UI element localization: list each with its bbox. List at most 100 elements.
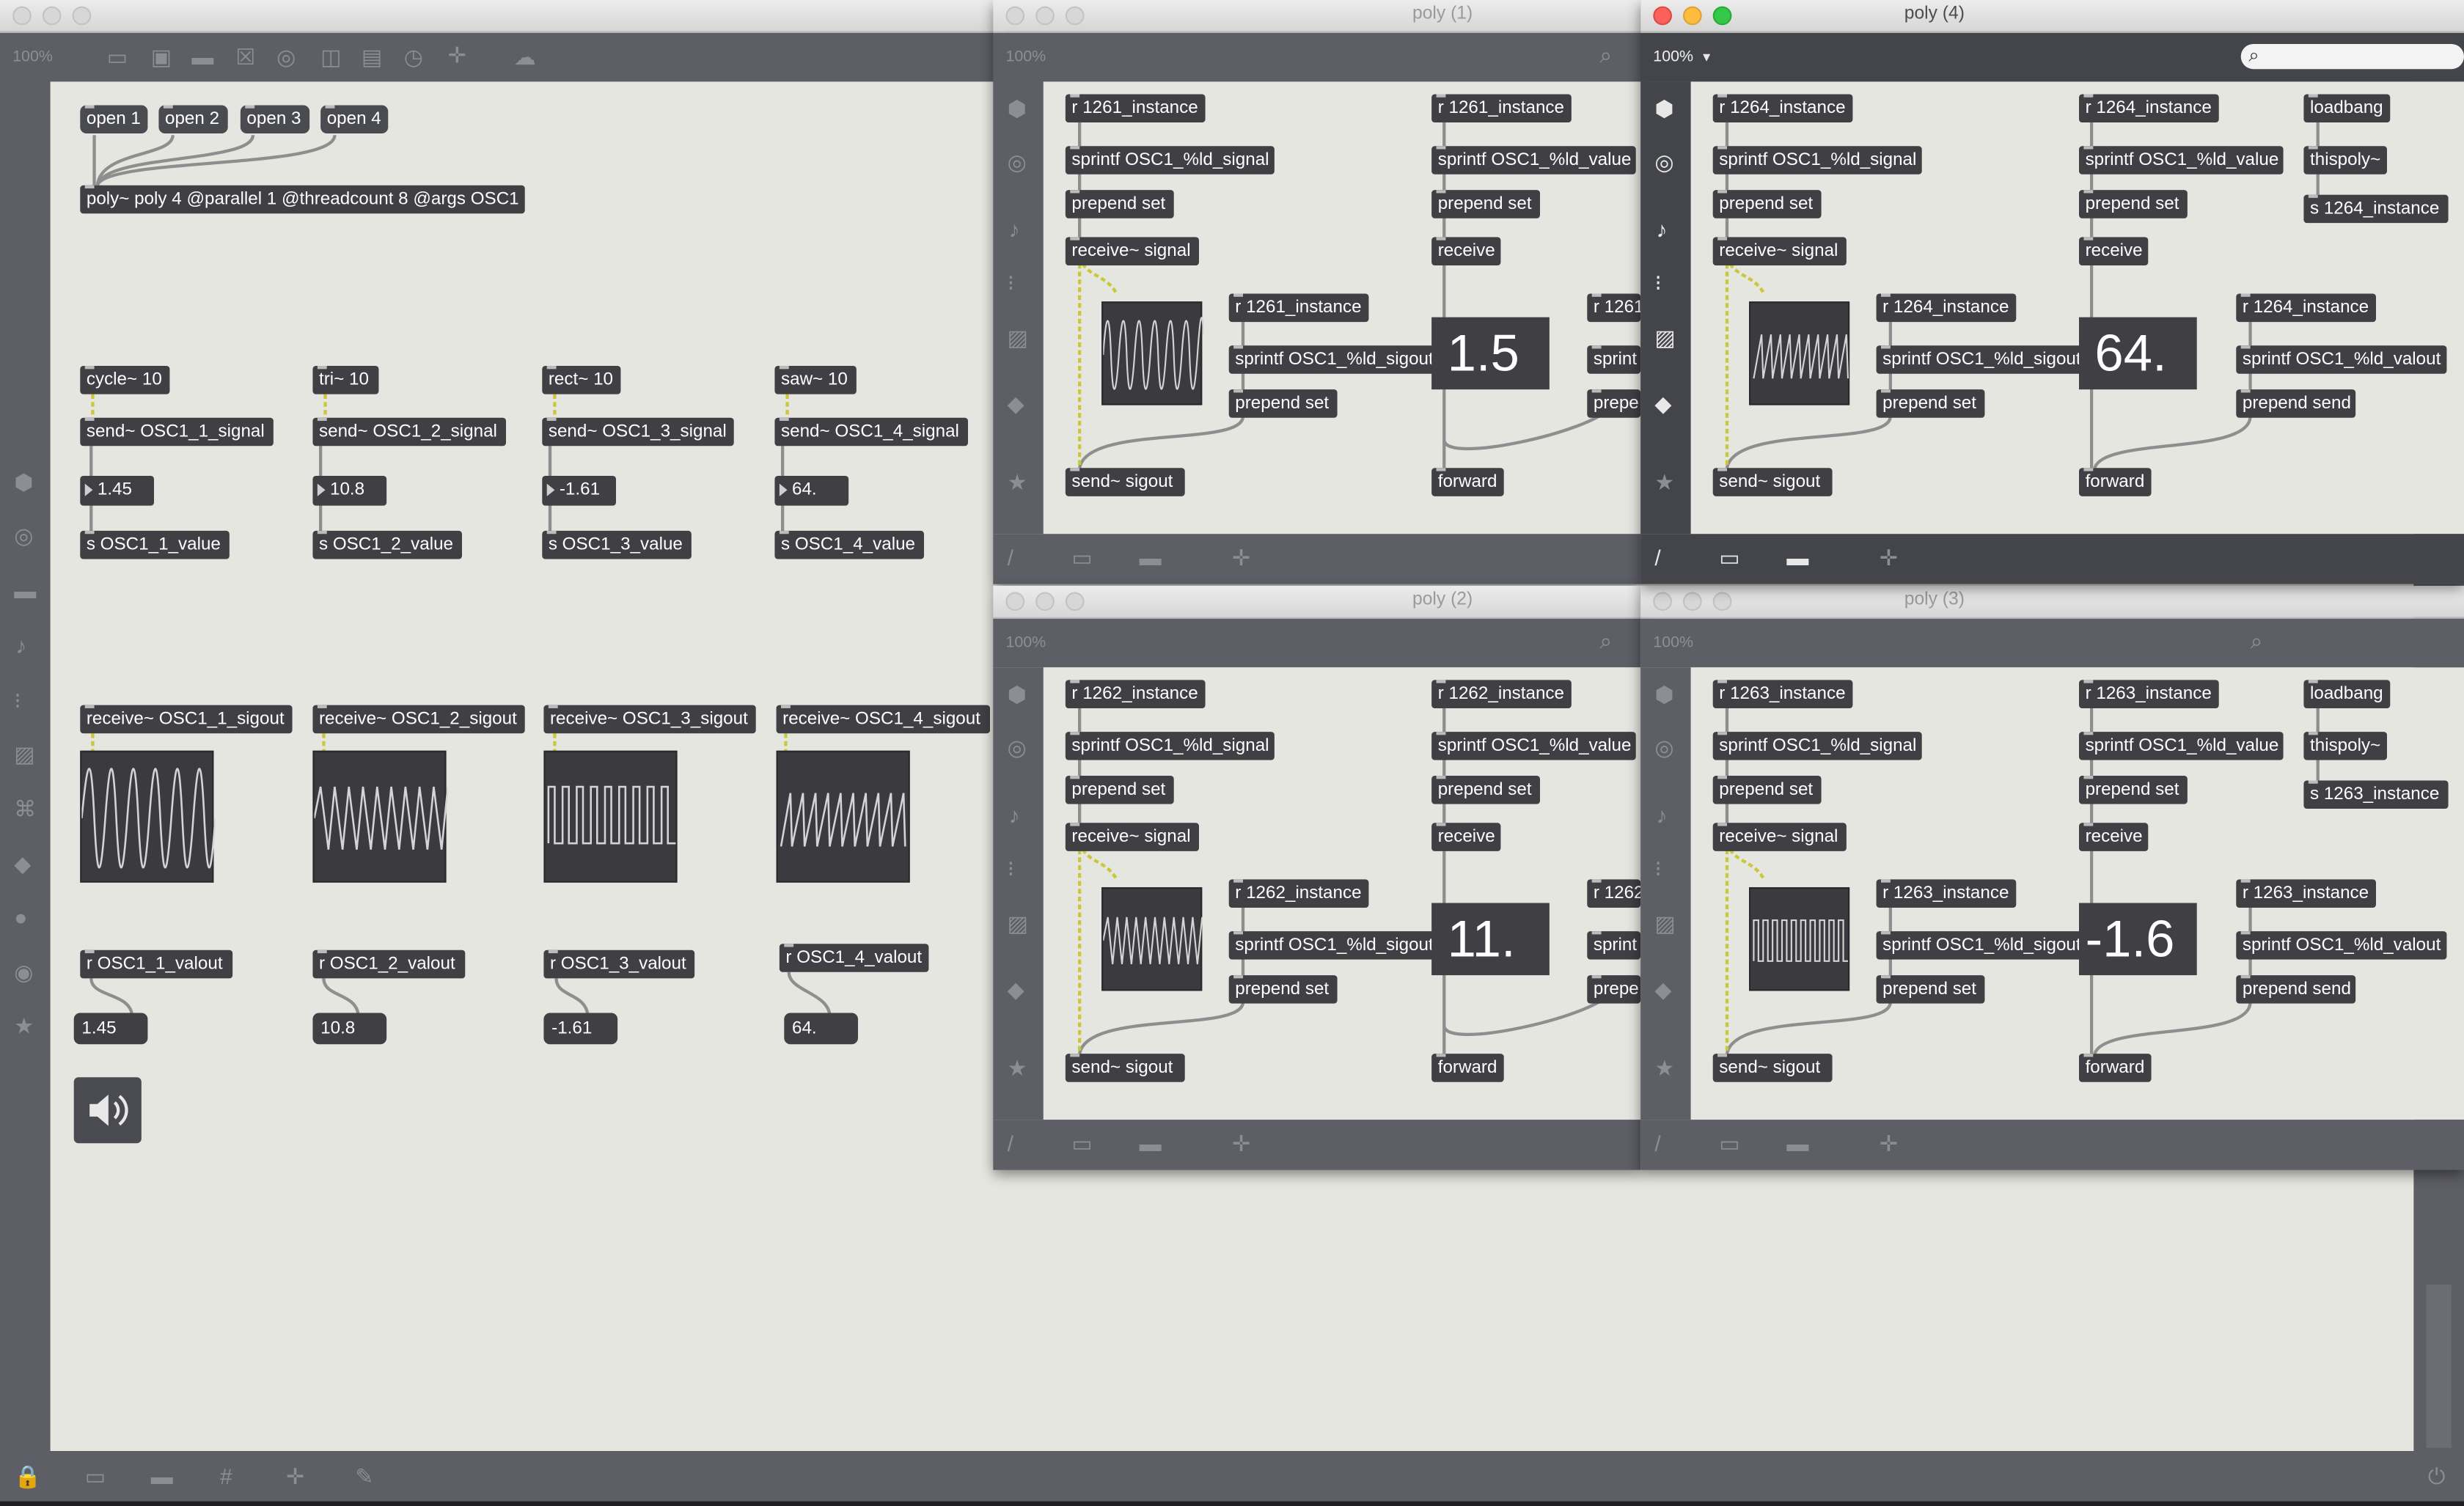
edit-icon[interactable]: / — [1008, 1132, 1013, 1154]
oscilloscope[interactable] — [1101, 887, 1203, 991]
big-number-box[interactable]: 11. — [1431, 903, 1550, 976]
zoom-button[interactable] — [1065, 6, 1085, 26]
toolbar-icon[interactable]: ◫ — [320, 45, 341, 67]
image-icon[interactable]: ▨ — [1008, 326, 1028, 348]
close-button[interactable] — [1653, 6, 1672, 26]
power-icon[interactable]: ⏻ — [2428, 1465, 2446, 1487]
presentation-icon[interactable]: ▬ — [1140, 1132, 1162, 1154]
r-instance-object[interactable]: r 1263_instance — [2079, 680, 2219, 708]
receive-signal-object[interactable]: receive~ signal — [1065, 237, 1199, 265]
r-instance-object[interactable]: r 1261_instance — [1431, 94, 1572, 123]
prepend-set-object[interactable]: prepend set — [1712, 776, 1822, 804]
zoom-level[interactable]: 100% — [1653, 634, 1693, 652]
speaker-button[interactable] — [73, 1077, 142, 1144]
edit-icon[interactable]: / — [1654, 1132, 1660, 1154]
sprintf-signal-object[interactable]: sprintf OSC1_%ld_signal — [1065, 732, 1275, 760]
receive-sigout-object[interactable]: receive~ OSC1_4_sigout — [776, 705, 990, 734]
zoom-button[interactable] — [1065, 592, 1085, 611]
sprintf-value-object[interactable]: sprintf OSC1_%ld_value — [1431, 146, 1636, 175]
number-box[interactable]: -1.61 — [542, 475, 616, 506]
r-instance-object[interactable]: r 1262_instance — [1228, 879, 1369, 908]
sprintf-value-object[interactable]: sprintf OSC1_%ld_value — [1431, 732, 1636, 760]
s-instance-object[interactable]: s 1263_instance — [2303, 780, 2449, 809]
saw-object[interactable]: saw~ 10 — [774, 366, 857, 394]
toolbar-icon[interactable]: ✛ — [1232, 546, 1250, 568]
oscilloscope[interactable] — [776, 750, 910, 883]
r-instance-object[interactable]: r 1263_instance — [2236, 879, 2376, 908]
search-icon[interactable]: ⌕ — [1599, 44, 1612, 66]
send-value-object[interactable]: s OSC1_2_value — [312, 530, 462, 559]
target-icon[interactable]: ◎ — [1654, 151, 1673, 173]
big-number-box[interactable]: 64. — [2079, 317, 2197, 390]
target-icon[interactable]: ◎ — [1008, 151, 1027, 173]
prepend-set-object[interactable]: prepend set — [1876, 389, 1985, 418]
number-box[interactable]: 1.45 — [80, 475, 154, 506]
r-valout-object[interactable]: r OSC1_2_valout — [312, 949, 466, 979]
minimize-button[interactable] — [1683, 592, 1702, 611]
prepend-object[interactable]: prepe — [1587, 389, 1641, 418]
edit-icon[interactable]: / — [1654, 546, 1660, 568]
plugin-icon[interactable]: ◆ — [1654, 978, 1671, 1000]
main-titlebar[interactable] — [0, 0, 1006, 33]
search-input[interactable]: ⌕ — [2240, 43, 2464, 70]
thispoly-object[interactable]: thispoly~ — [2303, 146, 2387, 175]
toolbar-icon[interactable]: ✛ — [286, 1465, 304, 1487]
send-sigout-object[interactable]: send~ sigout — [1712, 468, 1833, 496]
toolbar-icon[interactable]: ▤ — [362, 45, 382, 67]
sprintf-signal-object[interactable]: sprintf OSC1_%ld_signal — [1712, 732, 1922, 760]
poly-2-window[interactable]: poly (2) 100% ⌕ ⬢ ◎ ♪ ⁝ ▨ ◆ ★ / ▭ ▬ ✛ r … — [993, 585, 1641, 1170]
oscilloscope[interactable] — [1749, 887, 1850, 991]
add-icon[interactable]: ✛ — [448, 44, 466, 66]
toolbar-icon[interactable]: ▣ — [151, 45, 172, 67]
prepend-send-object[interactable]: prepend send — [2236, 975, 2356, 1004]
presentation-icon[interactable]: ▬ — [1786, 546, 1808, 568]
send-sigout-object[interactable]: send~ sigout — [1712, 1054, 1833, 1082]
star-icon[interactable]: ★ — [14, 1015, 34, 1037]
receive-sigout-object[interactable]: receive~ OSC1_3_sigout — [543, 705, 756, 734]
receive-object[interactable]: receive — [2079, 823, 2149, 851]
presentation-icon[interactable]: ▬ — [151, 1465, 173, 1487]
r-instance-object[interactable]: r 1262_instance — [1065, 680, 1206, 708]
forward-object[interactable]: forward — [1431, 468, 1504, 496]
plugin-icon[interactable]: ◆ — [1654, 392, 1671, 414]
loadbang-object[interactable]: loadbang — [2303, 94, 2391, 123]
forward-object[interactable]: forward — [1431, 1054, 1504, 1082]
plugin-icon[interactable]: ◆ — [14, 853, 31, 875]
sprintf-object[interactable]: sprint — [1587, 345, 1641, 374]
prepend-set-object[interactable]: prepend set — [1876, 975, 1985, 1004]
poly-1-window[interactable]: poly (1) 100% ⌕ ⬢ ◎ ♪ ⁝ ▨ ◆ ★ / ▭ ▬ ✛ r … — [993, 0, 1641, 584]
prepend-set-object[interactable]: prepend set — [1065, 190, 1174, 218]
cycle-object[interactable]: cycle~ 10 — [80, 366, 170, 394]
prepend-send-object[interactable]: prepend send — [2236, 389, 2356, 418]
r-instance-object[interactable]: r 1263_instance — [1712, 680, 1853, 708]
loadbang-object[interactable]: loadbang — [2303, 680, 2391, 708]
music-note-icon[interactable]: ♪ — [1009, 804, 1020, 826]
poly-object[interactable]: poly~ poly 4 @parallel 1 @threadcount 8 … — [80, 185, 525, 214]
zoom-button[interactable] — [72, 6, 92, 26]
thispoly-object[interactable]: thispoly~ — [2303, 732, 2387, 760]
toolbar-icon[interactable]: ✛ — [1880, 546, 1898, 568]
forward-object[interactable]: forward — [2079, 1054, 2152, 1082]
receive-signal-object[interactable]: receive~ signal — [1065, 823, 1199, 851]
lock-icon[interactable]: 🔒 — [14, 1465, 41, 1487]
receive-sigout-object[interactable]: receive~ OSC1_1_sigout — [80, 705, 293, 734]
grid-icon[interactable]: # — [220, 1465, 232, 1487]
sequence-icon[interactable]: ⁝ — [1654, 857, 1662, 879]
send-value-object[interactable]: s OSC1_4_value — [774, 530, 924, 559]
prepend-set-object[interactable]: prepend set — [1712, 190, 1822, 218]
sprintf-sigout-object[interactable]: sprintf OSC1_%ld_sigout — [1228, 931, 1438, 960]
sequence-icon[interactable]: ⁝ — [1008, 272, 1015, 294]
sprintf-value-object[interactable]: sprintf OSC1_%ld_value — [2079, 146, 2284, 175]
target-icon[interactable]: ◎ — [1654, 737, 1673, 759]
sequence-icon[interactable]: ⁝ — [1654, 272, 1662, 294]
big-number-box[interactable]: 1.5 — [1431, 317, 1550, 390]
prepend-set-object[interactable]: prepend set — [2079, 776, 2188, 804]
flonum-box[interactable]: -1.61 — [543, 1013, 618, 1045]
toolbar-icon[interactable]: ▭ — [1071, 546, 1092, 568]
object-icon[interactable]: ⬢ — [1654, 98, 1673, 120]
star-icon[interactable]: ★ — [1654, 1057, 1674, 1079]
poly-4-window[interactable]: poly (4) 100% ▼ ⌕ ⬢ ◎ ♪ ⁝ ▨ ◆ ★ / ▭ ▬ ✛ — [1640, 0, 2464, 584]
zoom-level[interactable]: 100% — [1653, 48, 1693, 66]
poly-3-titlebar[interactable]: poly (3) — [1640, 585, 2464, 619]
poly-3-window[interactable]: poly (3) 100% ⌕ ⬢ ◎ ♪ ⁝ ▨ ◆ ★ / ▭ ▬ ✛ r … — [1640, 585, 2464, 1170]
